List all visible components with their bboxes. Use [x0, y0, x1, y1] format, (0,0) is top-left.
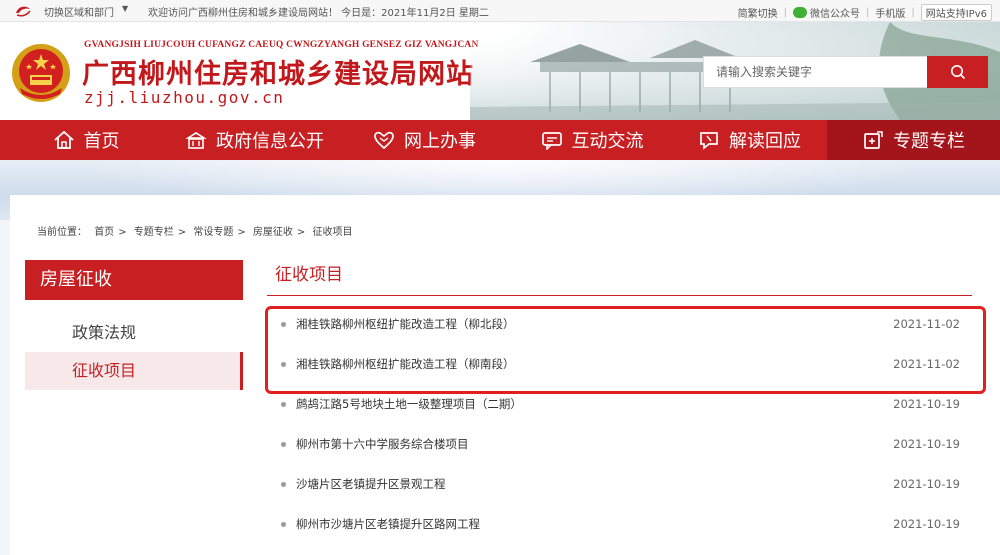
breadcrumb-separator: >: [237, 227, 246, 238]
ipv6-badge: 网站支持IPv6: [920, 4, 992, 21]
sidebar-item-projects[interactable]: 征收项目: [25, 352, 243, 390]
breadcrumb-item-expropriation[interactable]: 房屋征收: [253, 227, 293, 238]
list-item[interactable]: 湘桂铁路柳州枢纽扩能改造工程（柳南段） 2021-11-02: [267, 344, 972, 384]
breadcrumb-item-standing[interactable]: 常设专题: [193, 227, 233, 238]
mobile-link[interactable]: 手机版: [875, 5, 905, 20]
wechat-icon: [792, 7, 807, 18]
breadcrumb-separator: >: [177, 227, 187, 238]
breadcrumb-prefix: 当前位置：: [37, 227, 87, 238]
nav-item-label: 解读回应: [729, 131, 801, 152]
divider: |: [783, 7, 787, 18]
divider: |: [911, 7, 915, 18]
item-title[interactable]: 柳州市沙塘片区老镇提升区路网工程: [296, 516, 480, 532]
item-title[interactable]: 鹧鸪江路5号地块土地一级整理项目（二期）: [296, 396, 522, 412]
item-date: 2021-10-19: [893, 517, 960, 531]
bullet-icon: [281, 321, 286, 327]
breadcrumb-separator: >: [118, 227, 127, 238]
nav-item-label: 政府信息公开: [216, 131, 324, 152]
item-date: 2021-10-19: [893, 397, 960, 411]
site-pinyin-title: GVANGJSIH LIUJCOUH CUFANGZ CAEUQ CWNGZYA…: [84, 40, 479, 50]
nav-item-online-service[interactable]: 网上办事: [337, 120, 512, 160]
list-item[interactable]: 柳州市沙塘片区老镇提升区路网工程 2021-10-19: [267, 504, 972, 544]
item-title[interactable]: 湘桂铁路柳州枢纽扩能改造工程（柳北段）: [296, 316, 515, 332]
site-title[interactable]: 广西柳州住房和城乡建设局网站: [82, 52, 474, 91]
nav-item-interaction[interactable]: 互动交流: [512, 120, 672, 160]
nav-item-label: 首页: [83, 131, 120, 152]
chat-icon: [541, 132, 562, 150]
breadcrumb-item-projects[interactable]: 征收项目: [313, 227, 353, 238]
top-bar: 切换区域和部门 ▼ 欢迎访问广西柳州住房和城乡建设局网站！ 今日是：2021年1…: [0, 0, 1000, 22]
item-date: 2021-11-02: [893, 357, 960, 371]
comment-icon: [700, 132, 718, 150]
site-header: GVANGJSIH LIUJCOUH CUFANGZ CAEUQ CWNGZYA…: [0, 22, 1000, 120]
item-title[interactable]: 沙塘片区老镇提升区景观工程: [296, 476, 446, 492]
wechat-link[interactable]: 微信公众号: [792, 5, 860, 20]
handshake-icon: [374, 131, 394, 150]
national-emblem-icon: [12, 44, 70, 102]
list-item[interactable]: 鹧鸪江路5号地块土地一级整理项目（二期） 2021-10-19: [267, 384, 972, 424]
nav-item-gov-info[interactable]: 政府信息公开: [172, 120, 337, 160]
search-button[interactable]: [927, 56, 988, 88]
main-panel: 当前位置： 首页 > 专题专栏 > 常设专题 > 房屋征收 > 征收项目 房屋征收 政策…: [10, 195, 1000, 555]
nav-item-special-topics[interactable]: 专题专栏: [827, 120, 1000, 160]
site-mini-logo-icon: [16, 6, 31, 17]
building-icon: [185, 132, 207, 149]
breadcrumb: 当前位置： 首页 > 专题专栏 > 常设专题 > 房屋征收 > 征收项目: [37, 223, 357, 238]
bullet-icon: [281, 441, 286, 447]
main-nav: 首页 政府信息公开 网上办事 互动交流 解读回应 专题专栏: [0, 120, 1000, 160]
nav-item-home[interactable]: 首页: [0, 120, 172, 160]
item-date: 2021-11-02: [893, 317, 960, 331]
divider: |: [865, 7, 870, 18]
search-bar: [703, 56, 988, 88]
sidebar-title: 房屋征收: [25, 260, 243, 300]
site-domain: zjj.liuzhou.gov.cn: [84, 88, 285, 107]
top-links: 简繁切换 | 微信公众号 | 手机版 | 网站支持IPv6: [738, 4, 992, 21]
list-item[interactable]: 沙塘片区老镇提升区景观工程 2021-10-19: [267, 464, 972, 504]
sidebar: 房屋征收 政策法规 征收项目: [25, 260, 243, 390]
welcome-text: 欢迎访问广西柳州住房和城乡建设局网站！ 今日是：2021年11月2日 星期二: [148, 8, 489, 19]
search-input[interactable]: [703, 56, 927, 88]
project-list: 湘桂铁路柳州枢纽扩能改造工程（柳北段） 2021-11-02 湘桂铁路柳州枢纽扩…: [267, 304, 972, 544]
breadcrumb-item-home[interactable]: 首页: [94, 227, 114, 238]
nav-item-label: 互动交流: [571, 131, 644, 152]
edit-icon: [864, 131, 883, 149]
bullet-icon: [281, 481, 286, 487]
content-area: 征收项目 湘桂铁路柳州枢纽扩能改造工程（柳北段） 2021-11-02 湘桂铁路…: [267, 260, 972, 544]
wechat-label: 微信公众号: [809, 9, 860, 20]
list-item[interactable]: 柳州市第十六中学服务综合楼项目 2021-10-19: [267, 424, 972, 464]
list-item[interactable]: 湘桂铁路柳州枢纽扩能改造工程（柳北段） 2021-11-02: [267, 304, 972, 344]
section-title: 征收项目: [267, 260, 972, 296]
region-switch-link[interactable]: 切换区域和部门: [44, 4, 114, 19]
sidebar-item-policy[interactable]: 政策法规: [25, 314, 243, 352]
item-title[interactable]: 柳州市第十六中学服务综合楼项目: [296, 436, 469, 452]
bullet-icon: [281, 361, 286, 367]
home-icon: [53, 130, 74, 149]
item-date: 2021-10-19: [893, 477, 960, 491]
breadcrumb-item-topics[interactable]: 专题专栏: [134, 227, 174, 238]
nav-item-interpretation[interactable]: 解读回应: [672, 120, 827, 160]
bullet-icon: [281, 521, 286, 527]
nav-item-label: 专题专栏: [893, 131, 965, 152]
bullet-icon: [281, 401, 286, 407]
traditional-switch-link[interactable]: 简繁切换: [738, 5, 778, 20]
chevron-down-icon[interactable]: ▼: [122, 4, 128, 13]
item-date: 2021-10-19: [893, 437, 960, 451]
breadcrumb-separator: >: [296, 227, 306, 238]
search-icon: [950, 65, 965, 80]
nav-item-label: 网上办事: [404, 131, 476, 152]
item-title[interactable]: 湘桂铁路柳州枢纽扩能改造工程（柳南段）: [296, 356, 515, 372]
